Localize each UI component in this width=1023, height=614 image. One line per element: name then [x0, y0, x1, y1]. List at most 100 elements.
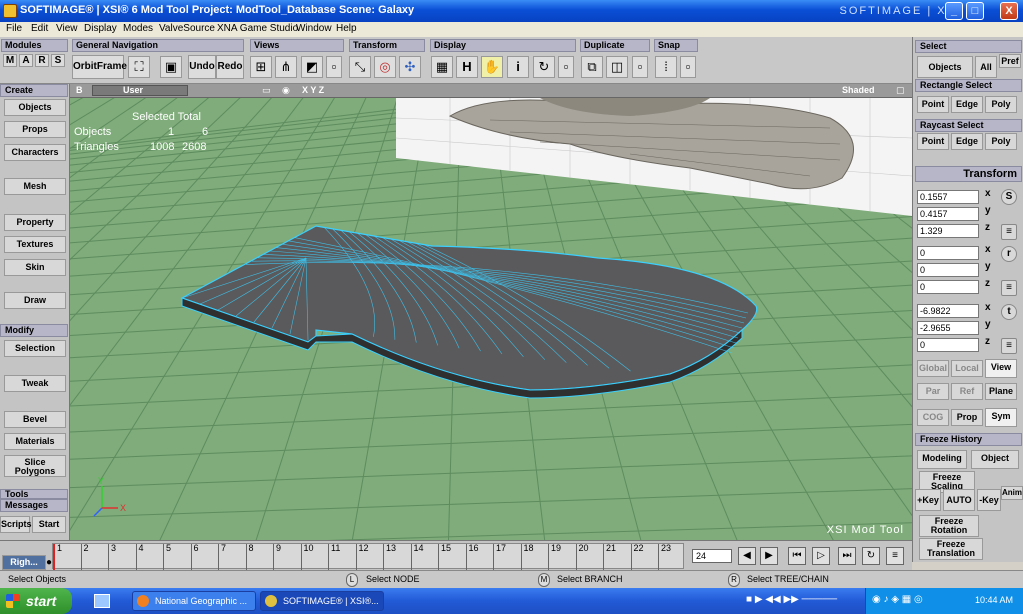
rewind-icon[interactable]: ⏮: [788, 547, 806, 565]
auto-key-button[interactable]: AUTO: [943, 489, 975, 511]
timeline-tick[interactable]: 22: [630, 544, 644, 570]
translate-lock-icon[interactable]: ≡: [1001, 338, 1017, 354]
timeline-tick[interactable]: 10: [300, 544, 314, 570]
select-all-button[interactable]: All: [975, 56, 997, 78]
menu-help[interactable]: Help: [336, 23, 357, 34]
scale-z-axis-label[interactable]: z: [985, 221, 997, 235]
anim-button[interactable]: Anim: [1001, 486, 1023, 500]
cog-button[interactable]: COG: [917, 409, 949, 426]
panel-tab-right[interactable]: Righ...: [2, 555, 46, 570]
refresh-display-icon[interactable]: ↻: [533, 56, 555, 78]
scale-x-axis-label[interactable]: x: [985, 187, 997, 201]
menu-display[interactable]: Display: [84, 23, 117, 34]
timeline-tick[interactable]: 5: [163, 544, 171, 570]
add-key-button[interactable]: +Key: [915, 489, 941, 511]
rect-edge-button[interactable]: Edge: [951, 96, 983, 113]
raycast-poly-button[interactable]: Poly: [985, 133, 1017, 150]
hand-select-icon[interactable]: ✋: [481, 56, 503, 78]
duplicate-menu-icon[interactable]: ▫: [632, 56, 648, 78]
translate-y-axis-label[interactable]: y: [985, 318, 997, 332]
timeline-ruler[interactable]: 1 2 3 4 5 6 7 8 9 10 11 12 13 14 15 16 17 18 19 20 21 22 23: [52, 543, 684, 570]
par-button[interactable]: Par: [917, 383, 949, 400]
timeline-tick[interactable]: 1: [53, 544, 62, 570]
minimize-button[interactable]: _: [945, 2, 963, 20]
translate-x-axis-label[interactable]: x: [985, 301, 997, 315]
scale-tool-icon[interactable]: ⤡: [349, 56, 371, 78]
rotate-y-axis-label[interactable]: y: [985, 260, 997, 274]
timeline-tick[interactable]: 17: [493, 544, 506, 570]
timeline-tick[interactable]: 7: [218, 544, 226, 570]
menu-valvesource[interactable]: ValveSource: [159, 23, 215, 34]
module-a-button[interactable]: A: [19, 54, 33, 67]
snap-grid-icon[interactable]: ⁞: [655, 56, 677, 78]
local-button[interactable]: Local: [951, 360, 983, 377]
create-property-button[interactable]: Property: [4, 214, 66, 231]
timeline-tick[interactable]: 3: [108, 544, 116, 570]
timeline-tick[interactable]: 4: [135, 544, 144, 570]
timeline-tick[interactable]: 21: [603, 544, 616, 570]
taskbar-item-national-geographic[interactable]: National Geographic ...: [132, 591, 256, 611]
eye-icon[interactable]: ◉: [282, 85, 290, 96]
start-button[interactable]: Start: [32, 516, 66, 533]
sym-button[interactable]: Sym: [985, 408, 1017, 427]
timeline-tick[interactable]: 13: [383, 544, 396, 570]
scale-y-axis-label[interactable]: y: [985, 204, 997, 218]
timeline-tick[interactable]: 18: [520, 544, 534, 570]
start-menu-button[interactable]: start: [0, 588, 72, 614]
scale-y-field[interactable]: 0.4157: [917, 207, 979, 221]
rotate-r-icon[interactable]: r: [1001, 246, 1017, 262]
timeline-tick[interactable]: 15: [438, 544, 451, 570]
scale-z-field[interactable]: 1.329: [917, 224, 979, 238]
timeline-tick[interactable]: 9: [273, 544, 281, 570]
rotate-x-axis-label[interactable]: x: [985, 243, 997, 257]
viewport-b[interactable]: B User ▭ ◉ X Y Z Shaded ▢ X Y Selected T…: [70, 84, 912, 540]
menu-window[interactable]: Window: [296, 23, 332, 34]
translate-z-axis-label[interactable]: z: [985, 335, 997, 349]
render-view-icon[interactable]: ◩: [301, 56, 323, 78]
timeline-tick[interactable]: 6: [190, 544, 199, 570]
camera-dropdown[interactable]: User: [92, 85, 188, 96]
menu-view[interactable]: View: [56, 23, 78, 34]
hide-unhide-button[interactable]: H: [456, 56, 478, 78]
scripts-button[interactable]: Scripts: [0, 516, 32, 533]
navigation-tool-icon[interactable]: ⛶: [128, 56, 150, 78]
camera-icon[interactable]: ▣: [160, 56, 182, 78]
explorer-view-icon[interactable]: ⋔: [275, 56, 297, 78]
grid-display-icon[interactable]: ▦: [431, 56, 453, 78]
menu-file[interactable]: File: [6, 23, 22, 34]
module-r-button[interactable]: R: [35, 54, 49, 67]
modify-tweak-button[interactable]: Tweak: [4, 375, 66, 392]
create-textures-button[interactable]: Textures: [4, 236, 66, 253]
raycast-edge-button[interactable]: Edge: [951, 133, 983, 150]
scale-lock-icon[interactable]: ≡: [1001, 224, 1017, 240]
ref-button[interactable]: Ref: [951, 383, 983, 400]
info-button[interactable]: i: [507, 56, 529, 78]
prop-button[interactable]: Prop: [951, 409, 983, 426]
undo-button[interactable]: Undo: [188, 55, 216, 79]
freeze-translation-button[interactable]: Freeze Translation: [919, 538, 983, 560]
timeline-tick[interactable]: 11: [328, 544, 340, 570]
select-pref-button[interactable]: Pref: [999, 54, 1021, 68]
snap-menu-icon[interactable]: ▫: [680, 56, 696, 78]
viewport-letter[interactable]: B: [76, 85, 83, 95]
rotate-z-field[interactable]: 0: [917, 280, 979, 294]
timeline-tick[interactable]: 23: [658, 544, 671, 570]
rect-poly-button[interactable]: Poly: [985, 96, 1017, 113]
create-objects-button[interactable]: Objects: [4, 99, 66, 116]
menu-xna[interactable]: XNA Game Studio: [217, 23, 298, 34]
select-objects-button[interactable]: Objects: [917, 56, 973, 78]
maximize-button[interactable]: □: [966, 2, 984, 20]
scale-s-icon[interactable]: S: [1001, 189, 1017, 205]
object-button[interactable]: Object: [971, 450, 1019, 469]
timeline-tick[interactable]: 16: [465, 544, 479, 570]
plane-button[interactable]: Plane: [985, 383, 1017, 400]
timeline-tick[interactable]: 14: [410, 544, 424, 570]
freeze-rotation-button[interactable]: Freeze Rotation: [919, 515, 979, 537]
media-player-controls[interactable]: ■ ▶ ◀◀ ▶▶ ─────: [746, 594, 837, 605]
modeling-button[interactable]: Modeling: [917, 450, 967, 469]
close-button[interactable]: X: [1000, 2, 1018, 20]
taskbar-item-softimage[interactable]: SOFTIMAGE® | XSI®...: [260, 591, 384, 611]
shading-mode-dropdown[interactable]: Shaded: [842, 85, 875, 95]
menu-edit[interactable]: Edit: [31, 23, 48, 34]
create-mesh-button[interactable]: Mesh: [4, 178, 66, 195]
